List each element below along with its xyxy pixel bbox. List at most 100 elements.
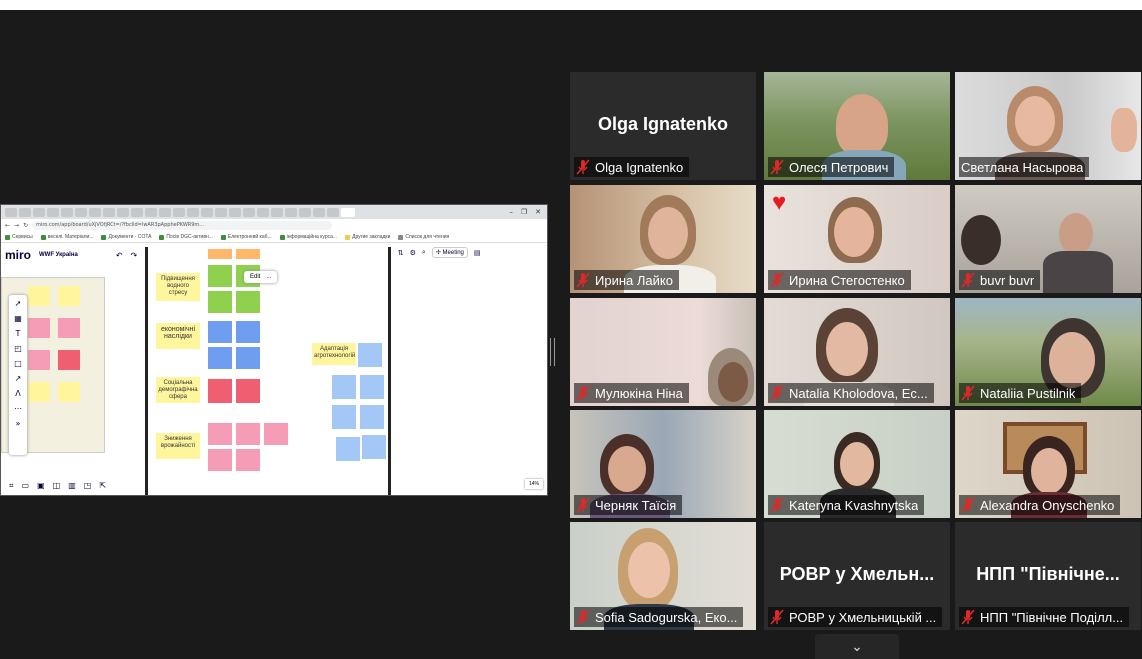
browser-tab[interactable] xyxy=(299,207,311,217)
participant-tile[interactable]: ♥ Ирина Стегостенко xyxy=(764,185,950,293)
sticky-note[interactable] xyxy=(208,321,232,343)
sticky-note[interactable] xyxy=(28,318,50,338)
sticky-note[interactable] xyxy=(362,435,386,459)
browser-tab[interactable] xyxy=(61,207,73,217)
bookmark-item[interactable]: Посів DGC-активн... xyxy=(159,234,213,240)
sticky-note[interactable] xyxy=(28,382,50,402)
edit-button[interactable]: Edit xyxy=(250,274,260,280)
search-icon[interactable]: ⌕ xyxy=(422,249,426,257)
browser-tab[interactable] xyxy=(19,207,31,217)
category-sticky[interactable]: Зниження врожайності xyxy=(156,433,200,459)
bookmark-item[interactable]: інформаційна курса... xyxy=(279,234,337,240)
bookmark-item[interactable]: веселі. Матеріали... xyxy=(40,234,93,240)
connector-tool-icon[interactable]: ↗ xyxy=(15,374,22,383)
participant-tile-active-speaker[interactable]: Светлана Насырова xyxy=(955,72,1141,180)
bookmark-item[interactable]: Другие закладки xyxy=(345,234,390,240)
browser-tab[interactable] xyxy=(187,207,199,217)
select-tool-icon[interactable]: ➚ xyxy=(15,299,22,308)
comment-icon[interactable]: ▭ xyxy=(22,481,30,491)
undo-icon[interactable]: ↶ xyxy=(116,251,123,260)
browser-tab[interactable] xyxy=(215,207,227,217)
sticky-note[interactable] xyxy=(236,379,260,403)
meeting-button[interactable]: ✢ Meeting xyxy=(431,247,468,258)
participant-tile[interactable]: Alexandra Onyschenko xyxy=(955,410,1141,518)
share-icon[interactable]: ⇅ xyxy=(398,249,404,257)
sticky-note[interactable] xyxy=(358,343,382,367)
forward-icon[interactable]: → xyxy=(14,222,19,229)
settings-icon[interactable]: ⚙ xyxy=(410,249,416,257)
notes-icon[interactable]: ▤ xyxy=(474,249,481,257)
sticky-note[interactable] xyxy=(236,321,260,343)
participant-tile[interactable]: Ирина Лайко xyxy=(570,185,756,293)
participant-tile[interactable]: Nataliia Pustilnik xyxy=(955,298,1141,406)
chat-icon[interactable]: ▣ xyxy=(37,481,45,491)
sticky-note[interactable] xyxy=(332,375,356,399)
sticky-note[interactable] xyxy=(208,449,232,471)
bookmark-item[interactable]: Документи - COTA xyxy=(101,234,151,240)
text-tool-icon[interactable]: T xyxy=(16,329,21,338)
sticky-note[interactable] xyxy=(360,375,384,399)
bookmark-item[interactable]: Сервисы xyxy=(5,234,33,240)
sticky-tool-icon[interactable]: ◰ xyxy=(14,344,22,353)
sticky-note[interactable] xyxy=(264,423,288,445)
board-name[interactable]: WWF Україна xyxy=(39,252,78,258)
more-tools-icon[interactable]: ⋯ xyxy=(14,404,22,413)
browser-tab[interactable] xyxy=(103,207,115,217)
sticky-note[interactable] xyxy=(336,437,360,461)
sticky-note[interactable] xyxy=(58,286,80,306)
participant-tile[interactable]: Олеся Петрович xyxy=(764,72,950,180)
redo-icon[interactable]: ↷ xyxy=(131,251,138,260)
browser-tab[interactable] xyxy=(271,207,283,217)
category-sticky[interactable]: Адаптація агротехнологій xyxy=(312,343,356,365)
back-icon[interactable]: ← xyxy=(5,222,10,229)
embed-icon[interactable]: ◳ xyxy=(84,481,92,491)
more-participants-button[interactable]: ⌄ xyxy=(815,634,899,659)
split-view-handle[interactable] xyxy=(550,338,555,366)
browser-tab[interactable] xyxy=(75,207,87,217)
browser-tab[interactable] xyxy=(327,207,339,217)
browser-tab[interactable] xyxy=(33,207,45,217)
participant-tile[interactable]: Natalia Kholodova, Ec... xyxy=(764,298,950,406)
sticky-note[interactable] xyxy=(58,382,80,402)
sticky-note[interactable] xyxy=(332,405,356,429)
expand-icon[interactable]: ⇱ xyxy=(99,481,106,491)
miro-logo[interactable]: miro xyxy=(5,248,31,262)
browser-tab-active[interactable] xyxy=(341,207,355,217)
participant-tile[interactable]: Мулюкіна Ніна xyxy=(570,298,756,406)
browser-tab[interactable] xyxy=(173,207,185,217)
browser-tab[interactable] xyxy=(201,207,213,217)
sticky-note[interactable] xyxy=(236,449,260,471)
browser-tab[interactable] xyxy=(159,207,171,217)
sticky-note[interactable] xyxy=(360,405,384,429)
bookmark-item[interactable]: Електронний каб... xyxy=(220,234,272,240)
browser-tab[interactable] xyxy=(257,207,269,217)
participant-tile[interactable]: Kateryna Kvashnytska xyxy=(764,410,950,518)
sticky-note[interactable] xyxy=(208,265,232,287)
sticky-note[interactable] xyxy=(208,347,232,369)
browser-tab[interactable] xyxy=(313,207,325,217)
sticky-note[interactable] xyxy=(208,249,232,259)
template-tool-icon[interactable]: ▦ xyxy=(14,314,22,323)
sticky-note[interactable] xyxy=(236,291,260,313)
sticky-note[interactable] xyxy=(208,291,232,313)
bookmark-item[interactable]: Список для чтения xyxy=(398,234,449,240)
browser-tab[interactable] xyxy=(131,207,143,217)
zoom-level[interactable]: 14% xyxy=(524,479,543,489)
sticky-note[interactable] xyxy=(28,286,50,306)
cards-icon[interactable]: ▥ xyxy=(68,481,76,491)
sticky-note[interactable] xyxy=(208,379,232,403)
shape-tool-icon[interactable]: □ xyxy=(14,359,22,368)
url-input[interactable]: miro.com/app/board/uXjVOfjRCt=/?fbclid=I… xyxy=(32,221,333,230)
browser-tab[interactable] xyxy=(117,207,129,217)
minimize-button[interactable]: – xyxy=(509,208,513,216)
sticky-note[interactable] xyxy=(58,318,80,338)
category-sticky[interactable]: Соціальна демографічна сфера xyxy=(156,377,200,403)
participant-tile[interactable]: НПП "Північне... НПП "Північне Поділл... xyxy=(955,522,1141,630)
frames-icon[interactable]: ⌗ xyxy=(9,481,14,491)
board-frame-main[interactable]: Підвищення водного стресу економічні нас… xyxy=(145,247,391,495)
browser-tab[interactable] xyxy=(5,207,17,217)
browser-tab[interactable] xyxy=(89,207,101,217)
collapse-icon[interactable]: » xyxy=(16,419,21,428)
maximize-button[interactable]: ❐ xyxy=(521,208,527,216)
sticky-note[interactable] xyxy=(208,423,232,445)
